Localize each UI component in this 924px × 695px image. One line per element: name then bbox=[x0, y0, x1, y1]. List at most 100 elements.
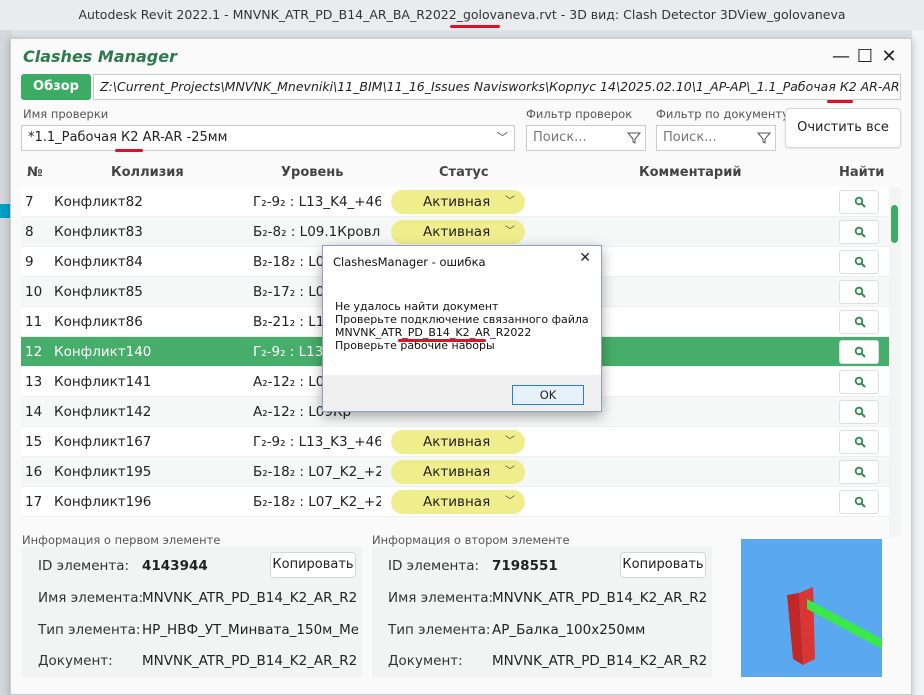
chevron-down-icon: ﹀ bbox=[505, 226, 515, 237]
row-level: Г₂-9₂ : L13_K4_+46,300 bbox=[253, 194, 381, 210]
row-no: 10 bbox=[25, 284, 43, 300]
status-value: Активная bbox=[423, 494, 491, 510]
search-icon bbox=[854, 196, 866, 208]
info2-id-label: ID элемента: bbox=[388, 558, 480, 574]
filter-doc-input[interactable]: Поиск... bbox=[656, 125, 776, 151]
minimize-button[interactable]: — bbox=[829, 47, 853, 67]
maximize-button[interactable]: ☐ bbox=[853, 47, 877, 67]
close-button[interactable]: ✕ bbox=[877, 47, 901, 67]
annotation-underline bbox=[398, 339, 486, 342]
clear-all-button[interactable]: Очистить все bbox=[785, 108, 901, 148]
row-no: 9 bbox=[25, 254, 34, 270]
find-button[interactable] bbox=[839, 430, 879, 454]
find-button[interactable] bbox=[839, 310, 879, 334]
clash-3d-preview bbox=[741, 539, 882, 677]
copy-button[interactable]: Копировать bbox=[620, 552, 706, 578]
table-row[interactable]: 17 Конфликт196 Б₂-18₂ : L07_K2_+24,750 А… bbox=[21, 487, 891, 517]
table-row[interactable]: 15 Конфликт167 Г₂-9₂ : L13_K3_+46,750 Ак… bbox=[21, 427, 891, 457]
find-button[interactable] bbox=[839, 460, 879, 484]
find-button[interactable] bbox=[839, 490, 879, 514]
row-name: Конфликт83 bbox=[54, 224, 143, 240]
row-level: Б₂-18₂ : L07_K2_+24,750 bbox=[253, 494, 381, 510]
dialog-line-3: MNVNK_ATR_PD_B14_K2_AR_R2022 bbox=[335, 326, 532, 339]
dialog-footer: OK bbox=[323, 375, 601, 411]
info2-doc-label: Документ: bbox=[388, 653, 463, 669]
status-dropdown[interactable]: Активная ﹀ bbox=[391, 430, 525, 454]
filter-checks-input[interactable]: Поиск... bbox=[526, 125, 646, 151]
row-no: 14 bbox=[25, 404, 43, 420]
find-button[interactable] bbox=[839, 280, 879, 304]
find-button[interactable] bbox=[839, 400, 879, 424]
path-field[interactable]: Z:\Current_Projects\MNVNK_Mnevniki\11_BI… bbox=[93, 74, 901, 100]
row-name: Конфликт86 bbox=[54, 314, 143, 330]
browse-button[interactable]: Обзор bbox=[21, 74, 91, 100]
chevron-down-icon: ﹀ bbox=[505, 196, 515, 207]
copy-button[interactable]: Копировать bbox=[270, 552, 356, 578]
chevron-down-icon: ﹀ bbox=[505, 466, 515, 477]
info1-name-label: Имя элемента: bbox=[38, 590, 144, 606]
table-row[interactable]: 16 Конфликт195 Б₂-18₂ : L07_K2_+24,750 А… bbox=[21, 457, 891, 487]
chevron-down-icon: ﹀ bbox=[497, 131, 508, 144]
find-button[interactable] bbox=[839, 250, 879, 274]
ok-button[interactable]: OK bbox=[512, 385, 584, 405]
info2-name-label: Имя элемента: bbox=[388, 590, 494, 606]
row-name: Конфликт82 bbox=[54, 194, 143, 210]
check-name-select[interactable]: *1.1_Рабочая К2 AR-AR -25мм ﹀ bbox=[21, 125, 515, 151]
info1-name-value: MNVNK_ATR_PD_B14_K2_AR_R202 bbox=[142, 590, 358, 606]
search-icon bbox=[854, 376, 866, 388]
status-dropdown[interactable]: Активная ﹀ bbox=[391, 190, 525, 214]
info2-panel: ID элемента: 7198551 Копировать Имя элем… bbox=[372, 547, 712, 677]
info2-type-value: АР_Балка_100х250мм bbox=[492, 622, 646, 638]
annotation-underline bbox=[827, 100, 853, 103]
background-right bbox=[912, 30, 924, 695]
search-icon bbox=[854, 496, 866, 508]
row-level: Б₂-18₂ : L07_K2_+24,750 bbox=[253, 464, 381, 480]
status-value: Активная bbox=[423, 194, 491, 210]
table-row[interactable]: 7 Конфликт82 Г₂-9₂ : L13_K4_+46,300 Акти… bbox=[21, 187, 891, 217]
find-button[interactable] bbox=[839, 370, 879, 394]
row-name: Конфликт140 bbox=[54, 344, 152, 360]
column-find: Найти bbox=[839, 165, 885, 180]
search-icon bbox=[854, 226, 866, 238]
info1-heading: Информация о первом элементе bbox=[22, 533, 221, 547]
row-no: 17 bbox=[25, 494, 43, 510]
row-level: Б₂-8₂ : L09.1Кровля_K2_ bbox=[253, 224, 381, 240]
info1-doc-label: Документ: bbox=[38, 653, 113, 669]
table-scrollbar[interactable] bbox=[889, 187, 901, 537]
dialog-close-icon[interactable]: ✕ bbox=[579, 250, 591, 266]
filter-checks-placeholder: Поиск... bbox=[533, 130, 587, 145]
status-dropdown[interactable]: Активная ﹀ bbox=[391, 220, 525, 244]
column-level: Уровень bbox=[281, 165, 344, 180]
row-level: Г₂-9₂ : L13_K3_+46,750 bbox=[253, 434, 381, 450]
error-dialog: ClashesManager - ошибка ✕ Не удалось най… bbox=[322, 245, 602, 412]
filter-doc-label: Фильтр по документу bbox=[656, 107, 789, 121]
status-dropdown[interactable]: Активная ﹀ bbox=[391, 490, 525, 514]
check-name-label: Имя проверки bbox=[23, 107, 109, 121]
dialog-line-2: Проверьте подключение связанного файла bbox=[335, 313, 589, 326]
row-no: 11 bbox=[25, 314, 43, 330]
column-clash: Коллизия bbox=[111, 165, 184, 180]
filter-icon bbox=[627, 132, 641, 144]
column-status: Статус bbox=[439, 165, 489, 180]
info1-panel: ID элемента: 4143944 Копировать Имя элем… bbox=[22, 547, 362, 677]
row-no: 13 bbox=[25, 374, 43, 390]
row-name: Конфликт84 bbox=[54, 254, 143, 270]
filter-doc-placeholder: Поиск... bbox=[663, 130, 717, 145]
info2-doc-value: MNVNK_ATR_PD_B14_K2_AR_R202 bbox=[492, 653, 708, 669]
check-name-value: *1.1_Рабочая К2 AR-AR -25мм bbox=[28, 130, 228, 145]
status-dropdown[interactable]: Активная ﹀ bbox=[391, 460, 525, 484]
find-button[interactable] bbox=[839, 340, 879, 364]
find-button[interactable] bbox=[839, 190, 879, 214]
revit-title-bar: Autodesk Revit 2022.1 - MNVNK_ATR_PD_B14… bbox=[0, 0, 924, 30]
filter-checks-label: Фильтр проверок bbox=[526, 107, 633, 121]
search-icon bbox=[854, 346, 866, 358]
annotation-underline bbox=[450, 25, 500, 28]
search-icon bbox=[854, 466, 866, 478]
search-icon bbox=[854, 286, 866, 298]
clash-preview-graphic bbox=[787, 587, 882, 665]
scrollbar-thumb[interactable] bbox=[891, 205, 898, 243]
find-button[interactable] bbox=[839, 220, 879, 244]
row-no: 16 bbox=[25, 464, 43, 480]
filter-icon bbox=[757, 132, 771, 144]
table-row[interactable]: 8 Конфликт83 Б₂-8₂ : L09.1Кровля_K2_ Акт… bbox=[21, 217, 891, 247]
